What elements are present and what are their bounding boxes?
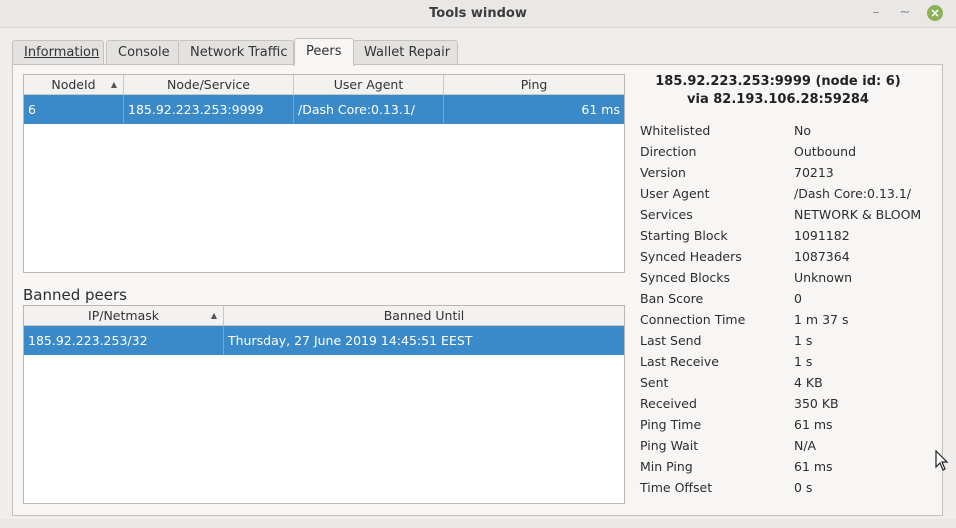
tab-label: Wallet Repair <box>364 45 451 60</box>
banned-table-header: IP/Netmask ▲ Banned Until <box>24 306 624 326</box>
property-label: Last Receive <box>640 354 719 369</box>
cell-ping: 61 ms <box>581 102 620 117</box>
property-value: Unknown <box>794 270 853 285</box>
column-label: NodeId <box>51 77 96 92</box>
sort-ascending-icon: ▲ <box>210 311 217 320</box>
column-header-banned-until[interactable]: Banned Until <box>224 306 624 325</box>
column-label: IP/Netmask <box>88 308 159 323</box>
tab-label: Peers <box>306 44 342 59</box>
property-label: Last Send <box>640 333 702 348</box>
cell-node-service: 185.92.223.253:9999 <box>124 95 294 124</box>
banned-peers-label: Banned peers <box>23 286 127 304</box>
property-value: 61 ms <box>794 417 833 432</box>
property-label: Connection Time <box>640 312 746 327</box>
property-label: Version <box>640 165 686 180</box>
table-row[interactable]: 185.92.223.253/32 Thursday, 27 June 2019… <box>24 326 624 355</box>
property-value: 1 m 37 s <box>794 312 849 327</box>
cell-node-id: 6 <box>24 95 124 124</box>
property-value: 70213 <box>794 165 834 180</box>
property-value: N/A <box>794 438 817 453</box>
property-label: Synced Blocks <box>640 270 731 285</box>
property-label: User Agent <box>640 186 710 201</box>
tab-label: Information <box>24 45 100 60</box>
mouse-pointer-icon <box>935 450 949 471</box>
tab-console[interactable]: Console <box>106 40 180 64</box>
property-value: 0 <box>794 291 802 306</box>
table-row[interactable]: 6 185.92.223.253:9999 /Dash Core:0.13.1/… <box>24 95 624 124</box>
property-value: No <box>794 123 811 138</box>
cell-user-agent: /Dash Core:0.13.1/ <box>294 95 444 124</box>
peer-details-subtitle: via 82.193.106.28:59284 <box>687 92 869 107</box>
peers-table-header: NodeId ▲ Node/Service User Agent Ping <box>24 75 624 95</box>
cell-ip-netmask: 185.92.223.253/32 <box>24 326 224 355</box>
property-value: 350 KB <box>794 396 839 411</box>
column-label: Banned Until <box>383 308 465 323</box>
column-label: Node/Service <box>166 77 251 92</box>
column-header-ip-netmask[interactable]: IP/Netmask ▲ <box>24 306 224 325</box>
tab-label: Network Traffic <box>190 45 288 60</box>
tab-network-traffic[interactable]: Network Traffic <box>178 40 294 64</box>
property-value: 1091182 <box>794 228 850 243</box>
property-label: Ping Time <box>640 417 702 432</box>
column-label: Ping <box>520 77 548 92</box>
property-label: Sent <box>640 375 669 390</box>
property-label: Direction <box>640 144 697 159</box>
property-label: Received <box>640 396 697 411</box>
property-label: Services <box>640 207 693 222</box>
property-label: Ping Wait <box>640 438 699 453</box>
property-value: NETWORK & BLOOM <box>794 207 922 222</box>
property-label: Starting Block <box>640 228 728 243</box>
sort-ascending-icon: ▲ <box>110 80 117 89</box>
peer-details-title: 185.92.223.253:9999 (node id: 6) <box>655 74 901 89</box>
banned-peers-table[interactable]: IP/Netmask ▲ Banned Until 185.92.223.253… <box>23 305 625 504</box>
cell-banned-until: Thursday, 27 June 2019 14:45:51 EEST <box>228 333 473 348</box>
peers-table[interactable]: NodeId ▲ Node/Service User Agent Ping 6 … <box>23 74 625 273</box>
close-icon[interactable]: × <box>927 5 943 21</box>
peer-details: 185.92.223.253:9999 (node id: 6) via 82.… <box>628 0 928 450</box>
column-label: User Agent <box>333 77 404 92</box>
property-value: /Dash Core:0.13.1/ <box>794 186 912 201</box>
property-value: 0 s <box>794 480 813 495</box>
property-label: Whitelisted <box>640 123 711 138</box>
property-label: Time Offset <box>640 480 713 495</box>
column-header-ping[interactable]: Ping <box>444 75 624 94</box>
property-value: 61 ms <box>794 459 833 474</box>
tab-wallet-repair[interactable]: Wallet Repair <box>352 40 458 64</box>
property-value: 4 KB <box>794 375 823 390</box>
tab-information[interactable]: Information <box>12 40 104 64</box>
column-header-node-service[interactable]: Node/Service <box>124 75 294 94</box>
property-label: Synced Headers <box>640 249 742 264</box>
column-header-nodeid[interactable]: NodeId ▲ <box>24 75 124 94</box>
tab-label: Console <box>118 45 170 60</box>
tab-peers[interactable]: Peers <box>294 38 354 66</box>
property-label: Ban Score <box>640 291 704 306</box>
window-bottom-edge <box>0 519 956 528</box>
column-header-user-agent[interactable]: User Agent <box>294 75 444 94</box>
property-value: 1 s <box>794 354 813 369</box>
property-value: 1 s <box>794 333 813 348</box>
property-label: Min Ping <box>640 459 693 474</box>
property-value: Outbound <box>794 144 857 159</box>
property-value: 1087364 <box>794 249 850 264</box>
